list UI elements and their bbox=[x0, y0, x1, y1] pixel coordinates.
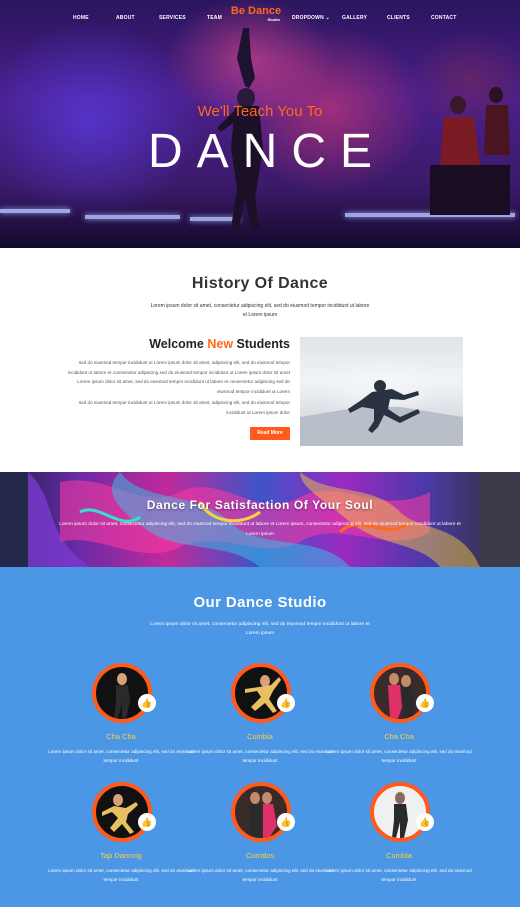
hero-section: HOME ABOUT SERVICES TEAM Be Dance Studio… bbox=[0, 0, 520, 248]
dancer-avatar bbox=[231, 663, 291, 723]
studio-text: Lorem ipsum dolor sit amet, consectetur … bbox=[150, 622, 370, 636]
nav-gallery[interactable]: GALLERY bbox=[342, 15, 367, 21]
main-nav: HOME ABOUT SERVICES TEAM Be Dance Studio… bbox=[0, 0, 520, 36]
chevron-down-icon: ⌄ bbox=[325, 15, 330, 21]
welcome-paragraph-1: sed do eiusmod tempor incididunt ut Lore… bbox=[67, 360, 290, 394]
history-title: History Of Dance bbox=[191, 275, 329, 292]
thumbs-up-icon[interactable]: 👍 bbox=[277, 813, 295, 831]
nav-dropdown-label: DROPDOWN bbox=[292, 15, 324, 21]
welcome-title-post: Students bbox=[233, 337, 290, 351]
brand-name: Be Dance bbox=[230, 5, 282, 17]
card-name: Tap Dancing bbox=[100, 851, 142, 860]
card-text: Lorem ipsum dolor sit amet, consectetur … bbox=[48, 868, 194, 882]
dancer-photo bbox=[300, 337, 463, 446]
card-name: Cha Cha bbox=[384, 732, 414, 741]
jumping-dancer-image bbox=[300, 380, 463, 446]
nav-clients[interactable]: CLIENTS bbox=[387, 15, 410, 21]
history-text: Lorem ipsum dolor sit amet, consectetur … bbox=[150, 303, 370, 318]
card-name: Corridos bbox=[245, 851, 275, 860]
banner-title: Dance For Satisfaction Of Your Soul bbox=[146, 498, 374, 512]
nav-contact[interactable]: CONTACT bbox=[431, 15, 456, 21]
nav-dropdown[interactable]: DROPDOWN ⌄ bbox=[292, 15, 330, 21]
thumbs-up-icon[interactable]: 👍 bbox=[416, 813, 434, 831]
nav-team[interactable]: TEAM bbox=[207, 15, 222, 21]
nav-home[interactable]: HOME bbox=[73, 15, 89, 21]
studio-title: Our Dance Studio bbox=[193, 594, 327, 611]
thumbs-up-icon[interactable]: 👍 bbox=[416, 694, 434, 712]
welcome-title: Welcome New Students bbox=[60, 337, 290, 351]
card-text: Lorem ipsum dolor sit amet, consectetur … bbox=[326, 868, 472, 882]
hero-title: DANCE bbox=[147, 125, 387, 178]
welcome-paragraph-2: sed do eiusmod tempor incididunt ut Lore… bbox=[78, 400, 290, 415]
read-more-button[interactable]: Read More bbox=[250, 427, 290, 440]
dancer-avatar bbox=[231, 782, 291, 842]
banner-text: Lorem ipsum dolor sit amet, consectetur … bbox=[59, 522, 461, 537]
card-name: Cha Cha bbox=[106, 732, 136, 741]
brand-logo[interactable]: Be Dance Studio bbox=[226, 5, 286, 22]
card-text: Lorem ipsum dolor sit amet, consectetur … bbox=[187, 749, 333, 763]
dancer-avatar bbox=[92, 663, 152, 723]
card-text: Lorem ipsum dolor sit amet, consectetur … bbox=[326, 749, 472, 763]
card-name: Cumbia bbox=[386, 851, 412, 860]
brand-sub: Studio bbox=[267, 17, 280, 22]
welcome-title-pre: Welcome bbox=[149, 337, 208, 351]
thumbs-up-icon[interactable]: 👍 bbox=[277, 694, 295, 712]
dancer-avatar bbox=[370, 782, 430, 842]
card-text: Lorem ipsum dolor sit amet, consectetur … bbox=[187, 868, 333, 882]
welcome-title-highlight: New bbox=[207, 337, 234, 351]
dancer-avatar bbox=[370, 663, 430, 723]
nav-about[interactable]: ABOUT bbox=[116, 15, 135, 21]
nav-services[interactable]: SERVICES bbox=[159, 15, 186, 21]
dancer-avatar bbox=[92, 782, 152, 842]
thumbs-up-icon[interactable]: 👍 bbox=[138, 813, 156, 831]
hero-subtitle: We'll Teach You To bbox=[197, 103, 323, 120]
card-name: Cumbia bbox=[247, 732, 273, 741]
card-text: Lorem ipsum dolor sit amet, consectetur … bbox=[48, 749, 194, 763]
thumbs-up-icon[interactable]: 👍 bbox=[138, 694, 156, 712]
